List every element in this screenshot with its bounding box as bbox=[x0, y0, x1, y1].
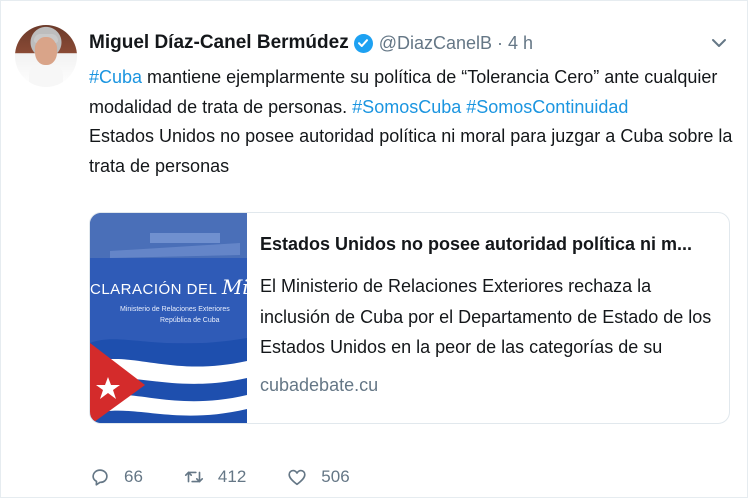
card-image-headline-script: MinRe bbox=[221, 275, 247, 299]
card-image-subline-1: Ministerio de Relaciones Exteriores bbox=[120, 306, 230, 313]
card-description-line: Estados Unidos en la peor de las categor… bbox=[260, 337, 663, 357]
tweet-header: Miguel Díaz-Canel Bermúdez @DiazCanelB ·… bbox=[89, 31, 533, 55]
card-description-line: El Ministerio de Relaciones Exteriores r… bbox=[260, 276, 652, 296]
link-card[interactable]: CLARACIÓN DEL MinRe Ministerio de Relaci… bbox=[89, 212, 730, 424]
tweet-text: #Cuba mantiene ejemplarmente su política… bbox=[89, 63, 733, 182]
avatar[interactable] bbox=[15, 25, 77, 87]
tweet-text-segment: trata de personas bbox=[89, 155, 230, 176]
tweet-timestamp[interactable]: 4 h bbox=[508, 33, 533, 54]
tweet-actions: 66 412 506 bbox=[89, 463, 390, 491]
reply-icon bbox=[92, 469, 108, 486]
reply-count: 66 bbox=[124, 467, 143, 486]
author-handle[interactable]: @DiazCanelB bbox=[379, 33, 492, 54]
tweet-text-segment: modalidad de trata de personas. bbox=[89, 96, 353, 117]
reply-button[interactable]: 66 bbox=[89, 466, 143, 488]
tweet-text-line: #Cuba mantiene ejemplarmente su política… bbox=[89, 63, 729, 93]
verified-badge-icon bbox=[353, 33, 373, 53]
retweet-count: 412 bbox=[217, 467, 247, 486]
like-count: 506 bbox=[321, 467, 350, 486]
card-image-headline: CLARACIÓN DEL MinRe bbox=[90, 275, 247, 299]
hashtag-link[interactable]: #SomosCuba bbox=[352, 97, 461, 117]
tweet-text-segment: Estados Unidos no posee autoridad políti… bbox=[89, 126, 733, 146]
like-button[interactable]: 506 bbox=[286, 466, 350, 488]
card-description: El Ministerio de Relaciones Exteriores r… bbox=[260, 271, 722, 363]
tweet-text-line: modalidad de trata de personas. #SomosCu… bbox=[89, 93, 729, 123]
hashtag-link[interactable]: #Cuba bbox=[89, 67, 142, 87]
avatar-face bbox=[35, 37, 57, 65]
author-name[interactable]: Miguel Díaz-Canel Bermúdez bbox=[89, 32, 349, 54]
chevron-down-icon[interactable] bbox=[711, 35, 727, 51]
card-domain[interactable]: cubadebate.cu bbox=[260, 375, 378, 396]
tweet-text-line: trata de personas bbox=[89, 152, 729, 182]
like-icon bbox=[288, 469, 306, 486]
separator-dot: · bbox=[497, 32, 504, 53]
card-description-line: inclusión de Cuba por el Departamento de… bbox=[260, 306, 712, 327]
card-image: CLARACIÓN DEL MinRe Ministerio de Relaci… bbox=[90, 213, 247, 423]
tweet-text-segment: mantiene ejemplarmente su política de “T… bbox=[142, 67, 718, 87]
retweet-icon bbox=[184, 471, 203, 483]
tweet-text-line: Estados Unidos no posee autoridad políti… bbox=[89, 122, 733, 152]
card-image-subline-2: República de Cuba bbox=[160, 317, 220, 324]
hashtag-link[interactable]: #SomosContinuidad bbox=[466, 97, 628, 117]
tweet[interactable]: Miguel Díaz-Canel Bermúdez @DiazCanelB ·… bbox=[0, 0, 748, 498]
retweet-button[interactable]: 412 bbox=[183, 466, 246, 488]
card-image-headline-left: CLARACIÓN DEL bbox=[90, 281, 218, 298]
avatar-shirt bbox=[29, 65, 63, 87]
card-title[interactable]: Estados Unidos no posee autoridad políti… bbox=[260, 234, 722, 255]
